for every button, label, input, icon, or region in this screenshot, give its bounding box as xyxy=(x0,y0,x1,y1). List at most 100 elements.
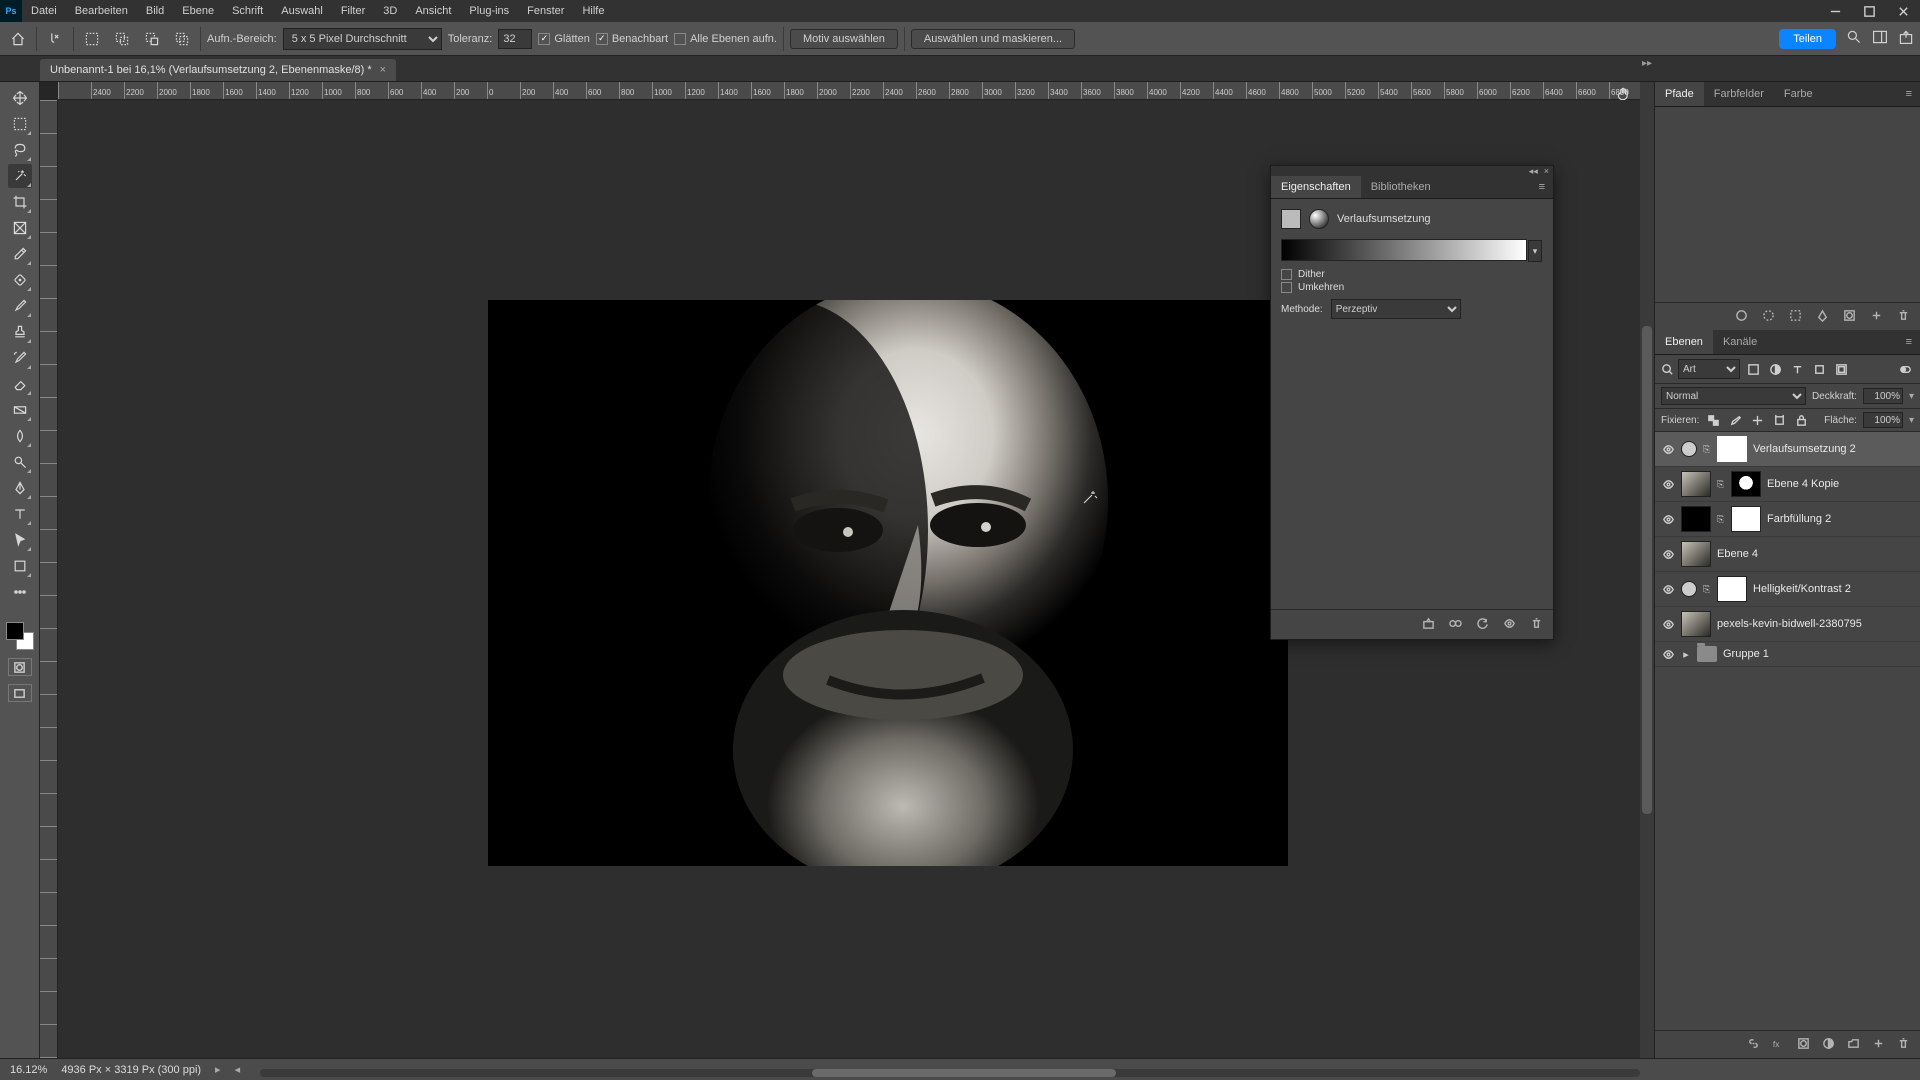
crop-tool[interactable] xyxy=(8,190,32,214)
new-layer-icon[interactable] xyxy=(1872,1037,1885,1053)
layer-name[interactable]: pexels-kevin-bidwell-2380795 xyxy=(1717,618,1914,630)
layer-thumbnail[interactable] xyxy=(1681,471,1711,497)
minimize-button[interactable] xyxy=(1818,0,1852,22)
layer-row[interactable]: ⎘Farbfüllung 2 xyxy=(1655,502,1920,537)
visibility-toggle[interactable] xyxy=(1661,512,1675,526)
menu-bearbeiten[interactable]: Bearbeiten xyxy=(66,1,137,21)
lock-all-icon[interactable] xyxy=(1793,412,1809,428)
layer-row[interactable]: ⎘Helligkeit/Kontrast 2 xyxy=(1655,572,1920,607)
export-icon[interactable] xyxy=(1898,29,1914,48)
all-layers-checkbox[interactable]: Alle Ebenen aufn. xyxy=(674,33,777,45)
layer-thumbnail[interactable] xyxy=(1681,541,1711,567)
color-swatches[interactable] xyxy=(6,622,34,650)
layer-thumbnail[interactable] xyxy=(1681,611,1711,637)
tool-preset-icon[interactable] xyxy=(43,27,67,51)
layer-row[interactable]: ⎘Verlaufsumsetzung 2 xyxy=(1655,432,1920,467)
layer-name[interactable]: Ebene 4 Kopie xyxy=(1767,478,1914,490)
selection-path-icon[interactable] xyxy=(1789,309,1802,325)
info-dropdown-icon[interactable]: ▸ xyxy=(215,1063,221,1076)
method-select[interactable]: Perzeptiv xyxy=(1331,299,1461,319)
search-icon[interactable] xyxy=(1661,363,1674,376)
visibility-toggle[interactable] xyxy=(1661,477,1675,491)
visibility-toggle[interactable] xyxy=(1661,617,1675,631)
maximize-button[interactable] xyxy=(1852,0,1886,22)
tab-libraries[interactable]: Bibliotheken xyxy=(1361,176,1441,198)
delete-path-icon[interactable] xyxy=(1897,309,1910,325)
reverse-checkbox[interactable]: Umkehren xyxy=(1281,282,1543,293)
tab-color[interactable]: Farbe xyxy=(1774,82,1823,106)
group-twisty[interactable]: ▸ xyxy=(1681,648,1691,661)
ruler-horizontal[interactable]: 2400220020001800160014001200100080060040… xyxy=(58,82,1654,100)
magic-wand-tool[interactable] xyxy=(8,164,32,188)
search-icon[interactable] xyxy=(1846,29,1862,48)
select-and-mask-button[interactable]: Auswählen und maskieren... xyxy=(911,29,1075,49)
document-tab[interactable]: Unbenannt-1 bei 16,1% (Verlaufsumsetzung… xyxy=(40,59,396,81)
chevron-down-icon[interactable]: ▾ xyxy=(1909,391,1914,402)
pen-tool[interactable] xyxy=(8,476,32,500)
intersect-selection-icon[interactable] xyxy=(170,27,194,51)
layer-mask-icon[interactable] xyxy=(1797,1037,1810,1053)
link-mask-icon[interactable]: ⎘ xyxy=(1717,479,1725,490)
visibility-toggle[interactable] xyxy=(1661,547,1675,561)
select-subject-button[interactable]: Motiv auswählen xyxy=(790,29,898,49)
sample-size-select[interactable]: 5 x 5 Pixel Durchschnitt xyxy=(283,28,442,50)
visibility-toggle[interactable] xyxy=(1661,647,1675,661)
menu-hilfe[interactable]: Hilfe xyxy=(573,1,613,21)
close-panel-icon[interactable]: × xyxy=(1544,166,1549,176)
shape-tool[interactable] xyxy=(8,554,32,578)
panel-menu-icon[interactable]: ≡ xyxy=(1531,181,1553,193)
frame-tool[interactable] xyxy=(8,216,32,240)
presets-icon[interactable] xyxy=(1449,617,1462,633)
adjustment-layer-icon[interactable] xyxy=(1822,1037,1835,1053)
gradient-picker[interactable]: ▾ xyxy=(1281,239,1527,261)
scroll-left-icon[interactable]: ◂ xyxy=(235,1063,241,1076)
add-selection-icon[interactable] xyxy=(110,27,134,51)
delete-layer-icon[interactable] xyxy=(1897,1037,1910,1053)
visibility-toggle[interactable] xyxy=(1661,582,1675,596)
make-path-icon[interactable] xyxy=(1816,309,1829,325)
fill-thumbnail[interactable] xyxy=(1681,506,1711,532)
heal-tool[interactable] xyxy=(8,268,32,292)
menu-plug-ins[interactable]: Plug-ins xyxy=(460,1,518,21)
delete-icon[interactable] xyxy=(1530,617,1543,633)
dither-checkbox[interactable]: Dither xyxy=(1281,269,1543,280)
close-tab-icon[interactable]: × xyxy=(380,64,386,76)
menu-auswahl[interactable]: Auswahl xyxy=(272,1,332,21)
menu-bild[interactable]: Bild xyxy=(137,1,173,21)
opacity-input[interactable] xyxy=(1863,388,1903,404)
panel-menu-icon[interactable]: ≡ xyxy=(1898,88,1920,100)
layer-fx-icon[interactable]: fx xyxy=(1772,1037,1785,1053)
preview-toggle-icon[interactable] xyxy=(1503,617,1516,633)
contiguous-checkbox[interactable]: Benachbart xyxy=(596,33,668,45)
history-brush-tool[interactable] xyxy=(8,346,32,370)
link-mask-icon[interactable]: ⎘ xyxy=(1703,584,1711,595)
layer-row[interactable]: pexels-kevin-bidwell-2380795 xyxy=(1655,607,1920,642)
subtract-selection-icon[interactable] xyxy=(140,27,164,51)
panel-drag-handle[interactable]: ◂◂ × xyxy=(1271,166,1553,176)
more-tools[interactable] xyxy=(8,580,32,604)
close-button[interactable] xyxy=(1886,0,1920,22)
clip-mask-icon[interactable] xyxy=(1422,617,1435,633)
stamp-tool[interactable] xyxy=(8,320,32,344)
foreground-color[interactable] xyxy=(6,622,24,640)
menu-3d[interactable]: 3D xyxy=(374,1,406,21)
layer-name[interactable]: Farbfüllung 2 xyxy=(1767,513,1914,525)
mask-thumbnail[interactable] xyxy=(1717,436,1747,462)
gradient-tool[interactable] xyxy=(8,398,32,422)
filter-type-icon[interactable] xyxy=(1788,360,1806,378)
new-selection-icon[interactable] xyxy=(80,27,104,51)
zoom-value[interactable]: 16.12% xyxy=(10,1064,47,1076)
lock-pixels-icon[interactable] xyxy=(1727,412,1743,428)
horizontal-scrollbar[interactable] xyxy=(260,1069,1640,1077)
ruler-vertical[interactable] xyxy=(40,100,58,1058)
panel-menu-icon[interactable]: ≡ xyxy=(1898,336,1920,348)
lock-position-icon[interactable] xyxy=(1749,412,1765,428)
filter-pixel-icon[interactable] xyxy=(1744,360,1762,378)
vertical-scrollbar[interactable] xyxy=(1640,82,1654,1058)
gradient-dropdown-icon[interactable]: ▾ xyxy=(1528,240,1542,262)
filter-adjust-icon[interactable] xyxy=(1766,360,1784,378)
menu-schrift[interactable]: Schrift xyxy=(223,1,272,21)
menu-filter[interactable]: Filter xyxy=(332,1,374,21)
filter-toggle-icon[interactable] xyxy=(1896,360,1914,378)
new-path-icon[interactable] xyxy=(1870,309,1883,325)
